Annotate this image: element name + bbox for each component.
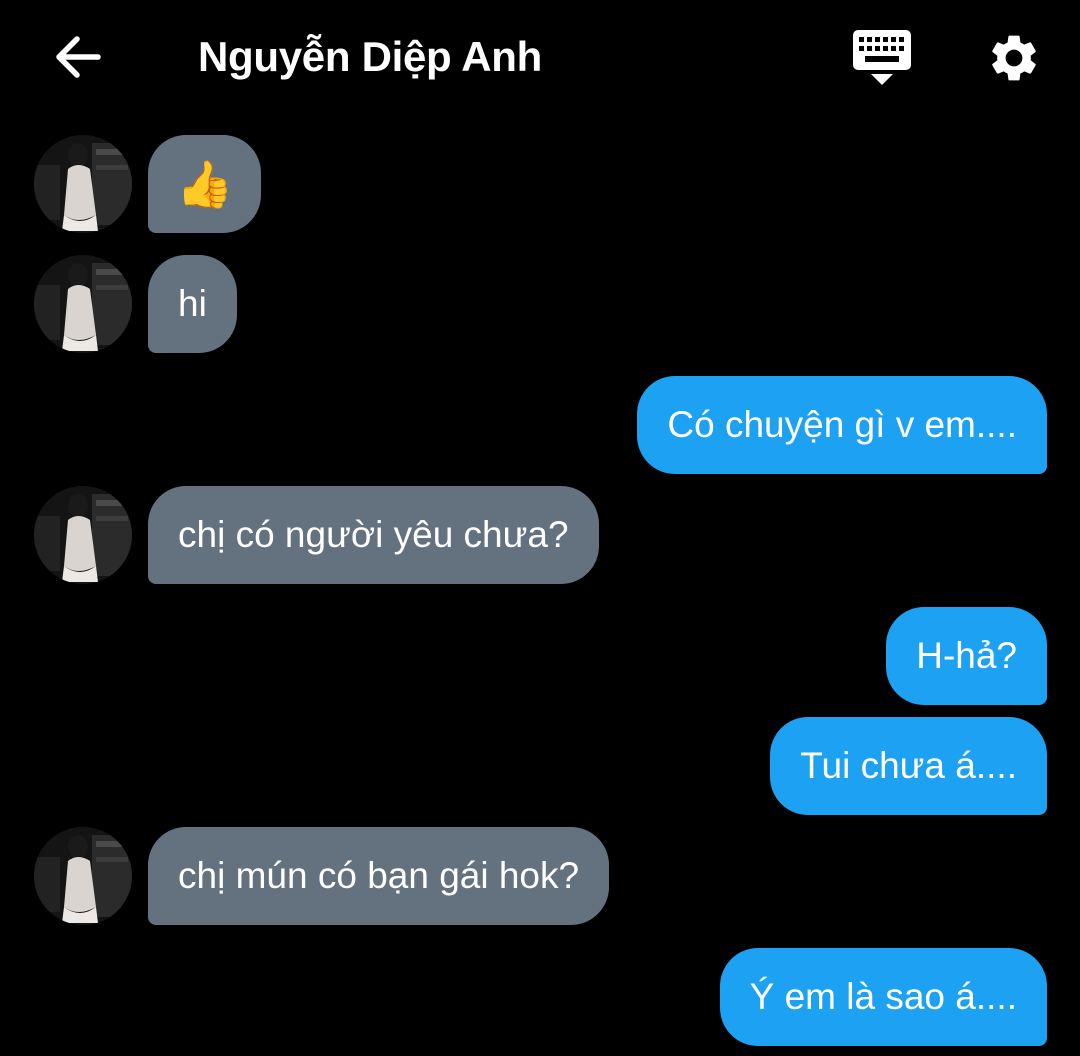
chat-header: Nguyễn Diệp Anh	[0, 0, 1080, 115]
message-bubble-incoming[interactable]: hi	[148, 255, 237, 353]
message-row: H-hả?	[0, 607, 1080, 705]
message-row: Ý em là sao á....	[0, 948, 1080, 1046]
message-bubble-incoming[interactable]: chị mún có bạn gái hok?	[148, 827, 610, 925]
avatar[interactable]	[34, 255, 132, 353]
message-bubble-outgoing[interactable]: H-hả?	[886, 607, 1047, 705]
message-bubble-incoming[interactable]: 👍	[148, 135, 262, 233]
message-bubble-outgoing[interactable]: Ý em là sao á....	[719, 948, 1047, 1046]
conversation-title: Nguyễn Diệp Anh	[198, 33, 542, 80]
message-bubble-outgoing[interactable]: Có chuyện gì v em....	[637, 376, 1047, 474]
back-button[interactable]	[50, 32, 106, 82]
arrow-left-icon	[56, 36, 101, 78]
message-row: chị có người yêu chưa?	[0, 486, 1080, 584]
keyboard-button[interactable]	[852, 28, 912, 88]
message-row: 👍	[0, 135, 1080, 233]
keyboard-icon	[853, 30, 911, 85]
avatar[interactable]	[34, 827, 132, 925]
message-row: Có chuyện gì v em....	[0, 376, 1080, 474]
message-bubble-outgoing[interactable]: Tui chưa á....	[770, 717, 1047, 815]
avatar[interactable]	[34, 486, 132, 584]
avatar[interactable]	[34, 135, 132, 233]
message-row: Tui chưa á....	[0, 717, 1080, 815]
message-row: chị mún có bạn gái hok?	[0, 827, 1080, 925]
settings-button[interactable]	[986, 30, 1042, 86]
message-row: hi	[0, 255, 1080, 353]
message-bubble-incoming[interactable]: chị có người yêu chưa?	[148, 486, 599, 584]
gear-icon	[992, 35, 1036, 81]
